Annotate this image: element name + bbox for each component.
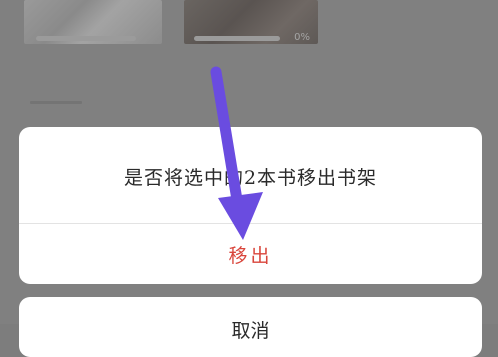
progress-bar — [36, 36, 136, 41]
progress-percent: 0% — [294, 32, 310, 43]
book-title-placeholder — [30, 101, 82, 104]
book-cover: 0% — [184, 0, 318, 44]
remove-confirm-dialog: 是否将选中的2本书移出书架 移出 — [19, 127, 482, 284]
remove-button[interactable]: 移出 — [19, 224, 482, 284]
cancel-button[interactable]: 取消 — [19, 297, 482, 357]
dialog-message: 是否将选中的2本书移出书架 — [123, 166, 378, 189]
progress-bar — [194, 36, 280, 41]
book-cover — [24, 0, 162, 44]
